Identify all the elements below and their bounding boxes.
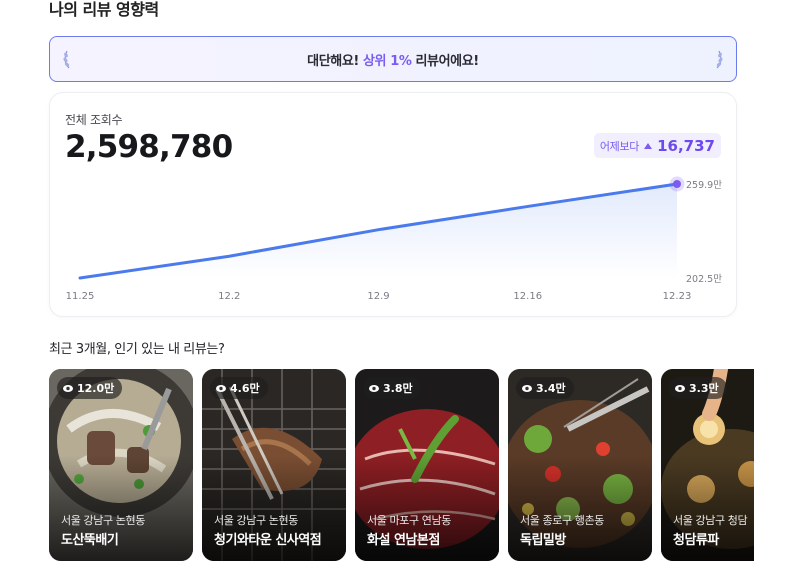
banner-highlight: 상위 1% (362, 53, 412, 69)
restaurant-name: 청기와타운 신사역점 (214, 533, 322, 548)
review-card[interactable]: 3.8만 서울 마포구 연남동 화설 연남본점 (355, 369, 499, 561)
views-trend-chart: 259.9만 202.5만 11.25 12.2 12.9 12.16 12.23 (66, 176, 722, 302)
review-location: 서울 강남구 논현동 (61, 514, 145, 527)
laurel-left-icon (63, 50, 70, 69)
eye-icon (63, 384, 73, 392)
review-location: 서울 마포구 연남동 (367, 514, 451, 527)
review-card[interactable]: 4.6만 서울 강남구 논현동 청기와타운 신사역점 (202, 369, 346, 561)
chart-y-label-min: 202.5만 (686, 274, 722, 285)
chart-x-tick-label: 11.25 (66, 291, 95, 302)
popular-reviews-heading: 최근 3개월, 인기 있는 내 리뷰는? (49, 342, 225, 357)
banner-prefix: 대단해요! (307, 53, 359, 69)
chart-point (673, 180, 681, 188)
view-count-badge: 3.8만 (363, 377, 421, 399)
restaurant-name: 도산뚝배기 (61, 533, 119, 548)
banner-suffix: 리뷰어에요! (415, 53, 479, 69)
laurel-right-icon (716, 50, 723, 69)
chart-y-label-max: 259.9만 (686, 180, 722, 191)
view-count-badge: 3.3만 (669, 377, 727, 399)
eye-icon (675, 384, 685, 392)
total-views-card: 전체 조회수 2,598,780 어제보다 16,737 259.9만 202.5… (49, 92, 737, 317)
review-card[interactable]: 12.0만 서울 강남구 논현동 도산뚝배기 (49, 369, 193, 561)
view-count-badge: 4.6만 (210, 377, 268, 399)
review-card[interactable]: 3.3만 서울 강남구 청담 청담류파 (661, 369, 754, 561)
view-count-badge: 12.0만 (57, 377, 123, 399)
restaurant-name: 청담류파 (673, 533, 719, 548)
chart-x-tick-label: 12.16 (513, 291, 542, 302)
eye-icon (522, 384, 532, 392)
chart-x-tick-label: 12.9 (367, 291, 389, 302)
eye-icon (216, 384, 226, 392)
review-location: 서울 종로구 행촌동 (520, 514, 604, 527)
view-count-badge: 3.4만 (516, 377, 574, 399)
top-reviewer-banner: 대단해요! 상위 1% 리뷰어에요! (49, 36, 737, 82)
eye-icon (369, 384, 379, 392)
restaurant-name: 독립밀방 (520, 533, 566, 548)
restaurant-name: 화설 연남본점 (367, 533, 440, 548)
review-card[interactable]: 3.4만 서울 종로구 행촌동 독립밀방 (508, 369, 652, 561)
popular-reviews-carousel[interactable]: 12.0만 서울 강남구 논현동 도산뚝배기 4.6만 서울 강남구 논현동 청 (49, 369, 754, 561)
chart-x-tick-label: 12.2 (218, 291, 240, 302)
section-title: 나의 리뷰 영향력 (49, 0, 159, 19)
review-location: 서울 강남구 논현동 (214, 514, 298, 527)
chart-x-tick-label: 12.23 (663, 291, 692, 302)
review-location: 서울 강남구 청담 (673, 514, 748, 527)
